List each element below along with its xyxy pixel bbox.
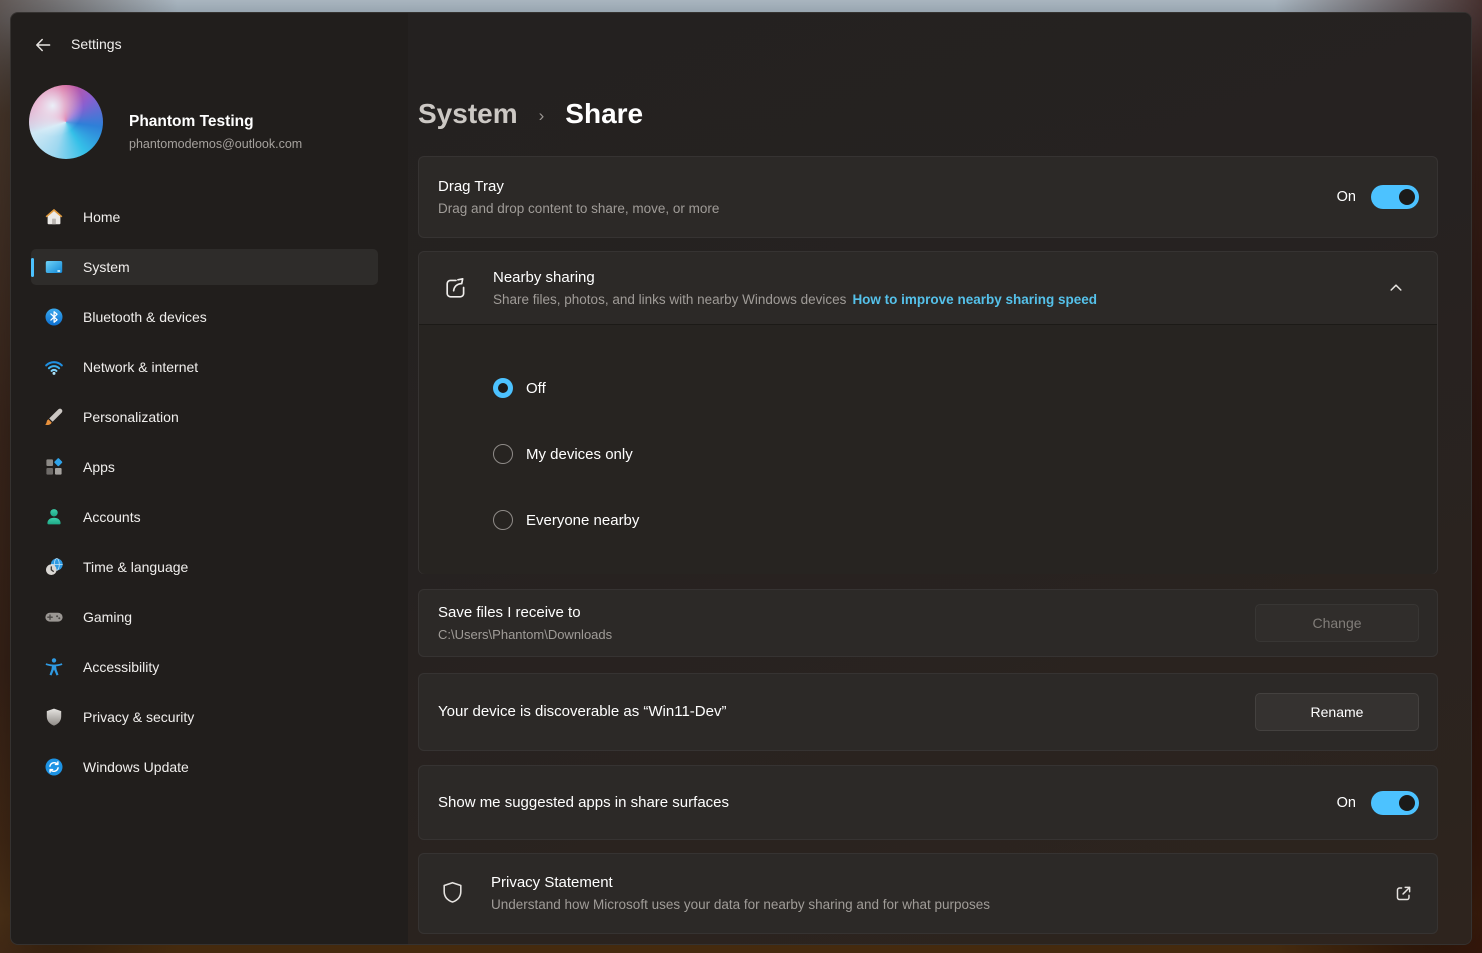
- bluetooth-icon: [44, 307, 64, 327]
- sidebar-item-bluetooth-devices[interactable]: Bluetooth & devices: [31, 299, 378, 335]
- toggle-knob: [1399, 795, 1415, 811]
- sidebar-item-label: System: [83, 259, 130, 275]
- radio-selected-icon[interactable]: [493, 378, 513, 398]
- sidebar-item-apps[interactable]: Apps: [31, 449, 378, 485]
- sidebar-item-label: Accessibility: [83, 659, 159, 675]
- radio-option-my-devices-only[interactable]: My devices only: [493, 434, 1437, 474]
- discoverable-text: Your device is discoverable as “Win11-De…: [438, 702, 726, 722]
- nearby-sharing-header[interactable]: Nearby sharing Share files, photos, and …: [419, 252, 1437, 324]
- drag-tray-toggle-state: On: [1337, 189, 1356, 205]
- discoverable-card: Your device is discoverable as “Win11-De…: [418, 673, 1438, 751]
- system-icon: [44, 257, 64, 277]
- radio-unselected-icon[interactable]: [493, 510, 513, 530]
- nearby-sharing-card: Nearby sharing Share files, photos, and …: [418, 251, 1438, 574]
- sidebar-item-home[interactable]: Home: [31, 199, 378, 235]
- share-icon: [442, 275, 469, 302]
- suggested-apps-card: Show me suggested apps in share surfaces…: [418, 765, 1438, 840]
- breadcrumb-separator-icon: ›: [539, 106, 545, 126]
- sidebar-item-label: Windows Update: [83, 759, 189, 775]
- gaming-icon: [44, 607, 64, 627]
- sidebar-item-label: Apps: [83, 459, 115, 475]
- user-name: Phantom Testing: [129, 113, 254, 131]
- user-email: phantomodemos@outlook.com: [129, 137, 302, 151]
- back-button[interactable]: [25, 29, 61, 61]
- radio-label: Everyone nearby: [526, 512, 639, 529]
- app-title: Settings: [71, 36, 122, 52]
- accessibility-icon: [44, 657, 64, 677]
- sidebar-item-label: Gaming: [83, 609, 132, 625]
- suggested-apps-toggle[interactable]: [1371, 791, 1419, 815]
- sidebar-item-label: Home: [83, 209, 120, 225]
- sidebar-item-privacy-security[interactable]: Privacy & security: [31, 699, 378, 735]
- rename-button[interactable]: Rename: [1255, 693, 1419, 731]
- sidebar-item-accounts[interactable]: Accounts: [31, 499, 378, 535]
- apps-icon: [44, 457, 64, 477]
- nearby-sharing-title: Nearby sharing: [493, 268, 1097, 288]
- save-files-title: Save files I receive to: [438, 603, 612, 623]
- collapse-button[interactable]: [1379, 273, 1413, 303]
- network-icon: [44, 357, 64, 377]
- page-title: Share: [565, 98, 643, 130]
- sidebar-item-label: Personalization: [83, 409, 179, 425]
- radio-option-everyone-nearby[interactable]: Everyone nearby: [493, 500, 1437, 540]
- privacy-statement-subtitle: Understand how Microsoft uses your data …: [491, 895, 990, 914]
- settings-window: Settings Phantom Testing phantomodemos@o…: [10, 12, 1472, 945]
- sidebar-item-network-internet[interactable]: Network & internet: [31, 349, 378, 385]
- external-link-icon[interactable]: [1394, 884, 1413, 903]
- sidebar-item-windows-update[interactable]: Windows Update: [31, 749, 378, 785]
- sidebar-item-accessibility[interactable]: Accessibility: [31, 649, 378, 685]
- nearby-sharing-help-link[interactable]: How to improve nearby sharing speed: [852, 290, 1097, 309]
- sidebar-item-label: Privacy & security: [83, 709, 194, 725]
- time-language-icon: [44, 557, 64, 577]
- radio-unselected-icon[interactable]: [493, 444, 513, 464]
- main-content: System › Share Drag Tray Drag and drop c…: [408, 13, 1471, 944]
- personalization-icon: [44, 407, 64, 427]
- sidebar-item-label: Time & language: [83, 559, 188, 575]
- avatar: [29, 85, 103, 159]
- toggle-knob: [1399, 189, 1415, 205]
- drag-tray-card: Drag Tray Drag and drop content to share…: [418, 156, 1438, 238]
- sidebar-item-label: Accounts: [83, 509, 141, 525]
- radio-option-off[interactable]: Off: [493, 368, 1437, 408]
- home-icon: [44, 207, 64, 227]
- sidebar-item-gaming[interactable]: Gaming: [31, 599, 378, 635]
- drag-tray-title: Drag Tray: [438, 177, 719, 197]
- drag-tray-subtitle: Drag and drop content to share, move, or…: [438, 199, 719, 218]
- radio-label: My devices only: [526, 446, 633, 463]
- nearby-sharing-options: Off My devices only Everyone nearby: [419, 324, 1437, 574]
- nearby-sharing-subtitle: Share files, photos, and links with near…: [493, 290, 846, 309]
- sidebar-nav: Home System: [31, 199, 378, 799]
- save-files-card: Save files I receive to C:\Users\Phantom…: [418, 589, 1438, 657]
- privacy-statement-card[interactable]: Privacy Statement Understand how Microso…: [418, 853, 1438, 934]
- privacy-security-icon: [44, 707, 64, 727]
- windows-update-icon: [44, 757, 64, 777]
- sidebar-item-label: Network & internet: [83, 359, 198, 375]
- change-button[interactable]: Change: [1255, 604, 1419, 642]
- sidebar-item-system[interactable]: System: [31, 249, 378, 285]
- radio-label: Off: [526, 380, 546, 397]
- drag-tray-toggle[interactable]: [1371, 185, 1419, 209]
- breadcrumb-system[interactable]: System: [418, 98, 518, 130]
- privacy-statement-title: Privacy Statement: [491, 873, 990, 893]
- sidebar-item-time-language[interactable]: Time & language: [31, 549, 378, 585]
- accounts-icon: [44, 507, 64, 527]
- sidebar-item-personalization[interactable]: Personalization: [31, 399, 378, 435]
- save-files-path: C:\Users\Phantom\Downloads: [438, 625, 612, 644]
- breadcrumb: System › Share: [418, 98, 643, 130]
- suggested-apps-toggle-state: On: [1337, 795, 1356, 811]
- suggested-apps-title: Show me suggested apps in share surfaces: [438, 793, 729, 813]
- shield-outline-icon: [440, 880, 465, 907]
- chevron-up-icon: [1388, 280, 1404, 296]
- sidebar-item-label: Bluetooth & devices: [83, 309, 207, 325]
- back-arrow-icon: [34, 36, 52, 54]
